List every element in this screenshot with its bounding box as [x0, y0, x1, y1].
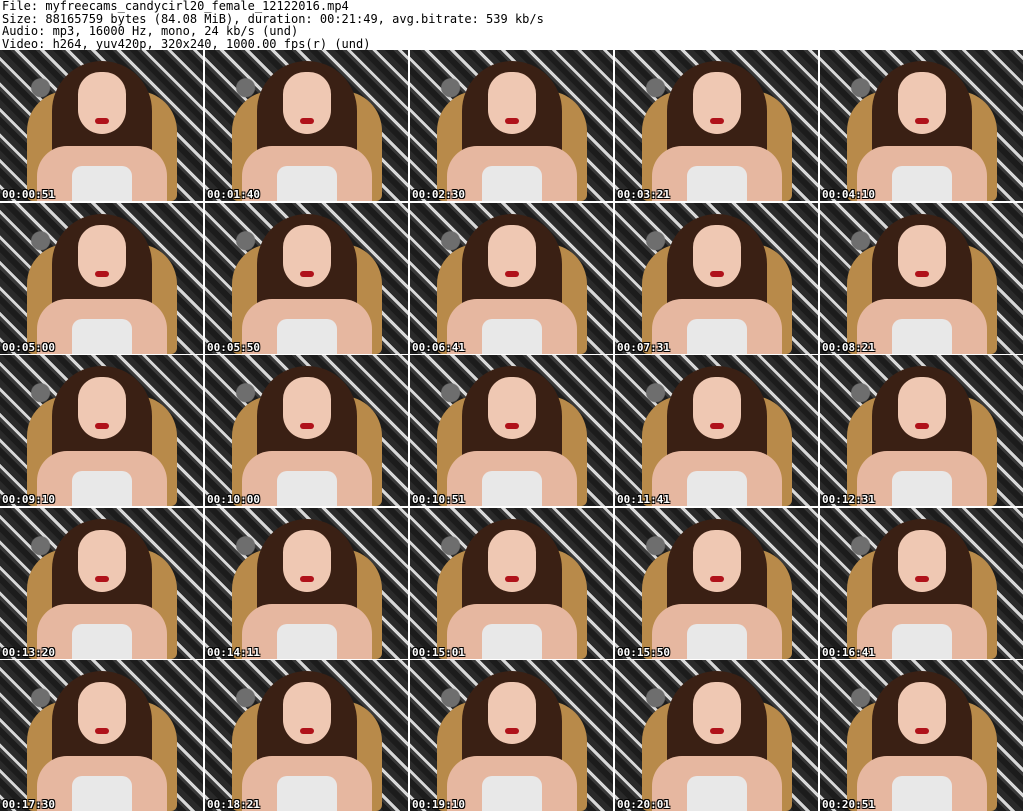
thumbnail-frame: 00:11:41	[615, 355, 818, 506]
frame-timestamp: 00:19:10	[412, 798, 465, 811]
thumbnail-frame: 00:10:51	[410, 355, 613, 506]
frame-timestamp: 00:08:21	[822, 340, 875, 354]
frame-timestamp: 00:12:31	[822, 493, 875, 506]
frame-timestamp: 00:10:51	[412, 493, 465, 506]
thumbnail-frame: 00:01:40	[205, 50, 408, 201]
file-name-line: File: myfreecams_candycirl20_female_1212…	[2, 0, 349, 13]
audio-info-line: Audio: mp3, 16000 Hz, mono, 24 kb/s (und…	[2, 24, 299, 38]
thumbnail-frame: 00:15:50	[615, 507, 818, 659]
frame-timestamp: 00:17:30	[2, 798, 55, 811]
thumbnail-frame: 00:03:21	[615, 50, 818, 201]
thumbnail-frame: 00:12:31	[820, 355, 1023, 506]
thumbnail-frame: 00:00:51	[0, 50, 203, 201]
thumbnail-frame: 00:04:10	[820, 50, 1023, 201]
frame-timestamp: 00:06:41	[412, 340, 465, 354]
frame-timestamp: 00:20:51	[822, 798, 875, 811]
frame-timestamp: 00:11:41	[617, 493, 670, 506]
thumbnail-frame: 00:05:50	[205, 202, 408, 354]
frame-timestamp: 00:10:00	[207, 493, 260, 506]
thumbnail-frame: 00:14:11	[205, 507, 408, 659]
thumbnail-frame: 00:08:21	[820, 202, 1023, 354]
thumbnail-frame: 00:05:00	[0, 202, 203, 354]
frame-timestamp: 00:03:21	[617, 188, 670, 201]
thumbnail-frame: 00:07:31	[615, 202, 818, 354]
thumbnail-frame: 00:20:51	[820, 660, 1023, 811]
thumbnail-frame: 00:13:20	[0, 507, 203, 659]
thumbnail-frame: 00:18:21	[205, 660, 408, 811]
frame-timestamp: 00:02:30	[412, 188, 465, 201]
frame-timestamp: 00:18:21	[207, 798, 260, 811]
video-info-header: File: myfreecams_candycirl20_female_1212…	[0, 0, 1024, 50]
frame-timestamp: 00:05:00	[2, 340, 55, 354]
frame-timestamp: 00:16:41	[822, 645, 875, 659]
frame-timestamp: 00:07:31	[617, 340, 670, 354]
thumbnail-frame: 00:02:30	[410, 50, 613, 201]
frame-timestamp: 00:09:10	[2, 493, 55, 506]
thumbnail-frame: 00:19:10	[410, 660, 613, 811]
thumbnail-frame: 00:09:10	[0, 355, 203, 506]
video-info-line: Video: h264, yuv420p, 320x240, 1000.00 f…	[2, 36, 371, 51]
thumbnail-frame: 00:20:01	[615, 660, 818, 811]
thumbnail-frame: 00:17:30	[0, 660, 203, 811]
frame-timestamp: 00:15:01	[412, 645, 465, 659]
thumbnail-frame: 00:16:41	[820, 507, 1023, 659]
frame-timestamp: 00:13:20	[2, 645, 55, 659]
thumbnail-frame: 00:06:41	[410, 202, 613, 354]
thumbnail-frame: 00:15:01	[410, 507, 613, 659]
frame-timestamp: 00:05:50	[207, 340, 260, 354]
frame-timestamp: 00:14:11	[207, 645, 260, 659]
thumbnail-grid: 00:00:51 00:01:40 00:02:30 00:03:21 00:0…	[0, 50, 1024, 811]
frame-timestamp: 00:15:50	[617, 645, 670, 659]
frame-timestamp: 00:20:01	[617, 798, 670, 811]
frame-timestamp: 00:04:10	[822, 188, 875, 201]
frame-timestamp: 00:00:51	[2, 188, 55, 201]
frame-timestamp: 00:01:40	[207, 188, 260, 201]
thumbnail-frame: 00:10:00	[205, 355, 408, 506]
